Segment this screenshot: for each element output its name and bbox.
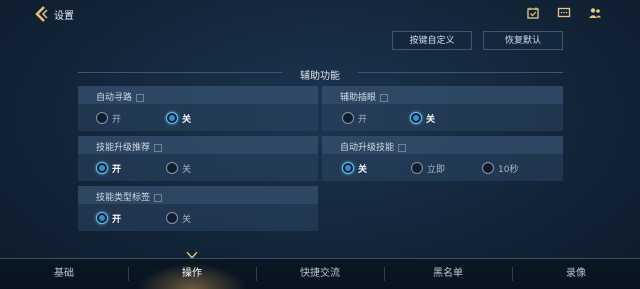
setting-skill-upgrade-recommend: 技能升级推荐 开 关 [78,136,318,181]
radio-icon[interactable] [166,212,178,224]
option-label: 关 [358,165,368,175]
option-label: 关 [426,115,436,125]
info-icon[interactable] [136,93,145,102]
option-label: 开 [358,115,368,125]
option-label: 关 [182,115,192,125]
back-arrow-icon[interactable] [33,5,49,23]
tab-basic[interactable]: 基础 [0,259,128,289]
option-label: 10秒 [498,165,519,175]
setting-auto-skill-upgrade: 自动升级技能 关 立即 10秒 [322,136,563,181]
tab-replay[interactable]: 录像 [512,259,640,289]
setting-label: 技能升级推荐 [96,143,151,153]
radio-selected-icon[interactable] [96,212,108,224]
radio-icon[interactable] [482,162,494,174]
tab-quick-chat[interactable]: 快捷交流 [256,259,384,289]
option-label: 关 [182,165,192,175]
info-icon[interactable] [398,143,407,152]
chat-icon[interactable] [557,6,571,20]
radio-icon[interactable] [166,162,178,174]
radio-icon[interactable] [96,112,108,124]
section-title: 辅助功能 [300,71,340,82]
option-label: 开 [112,165,122,175]
option-label: 开 [112,115,122,125]
radio-icon[interactable] [342,112,354,124]
option-label: 开 [112,215,122,225]
option-label: 关 [182,215,192,225]
setting-ward-assist: 辅助插眼 开 关 [322,86,563,131]
restore-default-button[interactable]: 恢复默认 [483,31,563,50]
friends-icon[interactable] [588,6,602,20]
setting-label: 自动升级技能 [340,143,395,153]
setting-label: 辅助插眼 [340,93,377,103]
bottom-tab-bar: 基础 操作 快捷交流 黑名单 录像 [0,258,640,289]
radio-selected-icon[interactable] [410,112,422,124]
radio-selected-icon[interactable] [342,162,354,174]
tab-blacklist[interactable]: 黑名单 [384,259,512,289]
option-label: 立即 [427,165,446,175]
info-icon[interactable] [380,93,389,102]
radio-icon[interactable] [411,162,423,174]
divider [358,72,563,73]
page-title: 设置 [54,11,74,22]
tab-controls[interactable]: 操作 [128,259,256,289]
info-icon[interactable] [154,193,163,202]
calendar-check-icon[interactable] [526,6,540,20]
custom-keys-button[interactable]: 按键自定义 [392,31,472,50]
setting-label: 自动寻路 [96,93,133,103]
radio-selected-icon[interactable] [96,162,108,174]
info-icon[interactable] [154,143,163,152]
setting-label: 技能类型标签 [96,193,151,203]
top-bar: 设置 [0,0,640,28]
setting-skill-type-tag: 技能类型标签 开 关 [78,186,318,231]
setting-auto-pathfinding: 自动寻路 开 关 [78,86,318,131]
radio-selected-icon[interactable] [166,112,178,124]
